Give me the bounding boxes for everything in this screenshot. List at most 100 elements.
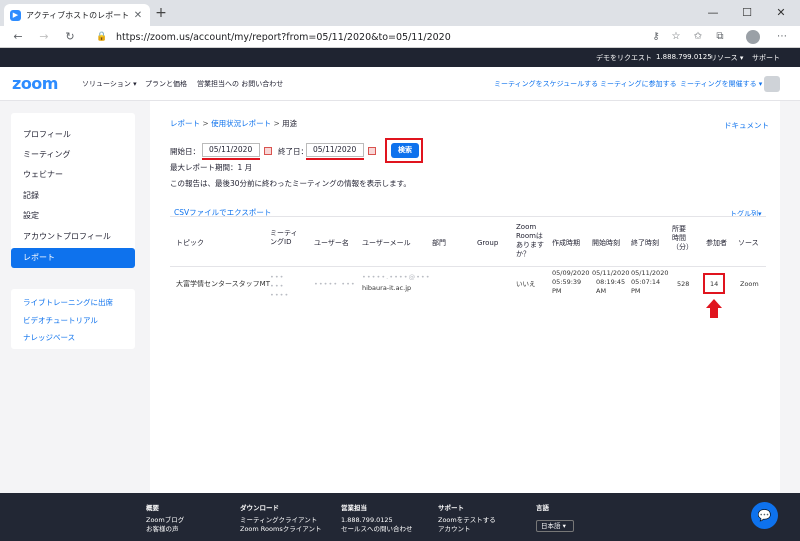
footer-support-heading: サポート xyxy=(438,504,464,512)
footer-test-zoom-link[interactable]: Zoomをテストする xyxy=(438,516,496,525)
table-header-divider xyxy=(170,266,766,267)
key-icon[interactable]: ⚷ xyxy=(648,29,664,45)
sidebar-item-profile[interactable]: プロフィール xyxy=(11,125,135,145)
sidebar-item-settings[interactable]: 設定 xyxy=(11,206,135,226)
created-time: 05:59:39 xyxy=(552,278,582,286)
phone-number: 1.888.799.0125 xyxy=(656,53,712,61)
footer-meeting-client-link[interactable]: ミーティングクライアント xyxy=(240,516,321,525)
collections-icon[interactable]: ⧉ xyxy=(712,29,728,45)
footer-about: 概要 Zoomブログ お客様の声 xyxy=(146,504,184,534)
col-user-name: ユーザー名 xyxy=(314,239,349,247)
footer-download: ダウンロード ミーティングクライアント Zoom Roomsクライアント xyxy=(240,504,321,534)
support-link[interactable]: サポート xyxy=(752,53,780,63)
window-close-icon[interactable]: ✕ xyxy=(764,0,798,26)
sidebar-item-recordings[interactable]: 記録 xyxy=(11,186,135,206)
footer-support: サポート Zoomをテストする アカウント xyxy=(438,504,496,534)
participants-link[interactable]: 14 xyxy=(710,280,718,289)
cell-user-name: ••••• ••• xyxy=(314,280,356,288)
col-department: 部門 xyxy=(432,239,446,247)
maximize-icon[interactable]: ☐ xyxy=(730,0,764,26)
plans-link[interactable]: プランと価格 xyxy=(145,79,187,89)
report-main: レポート > 使用状況レポート > 用途 ドキュメント 開始日： 05/11/2… xyxy=(150,101,780,493)
footer-account-link[interactable]: アカウント xyxy=(438,525,496,534)
chat-icon[interactable]: 💬 xyxy=(751,502,778,529)
toggle-columns-menu[interactable]: トグル列▾ xyxy=(730,209,762,219)
cell-email-domain: hibaura-it.ac.jp xyxy=(362,284,412,292)
favorite-star-icon[interactable]: ☆ xyxy=(668,29,684,45)
host-meeting-menu[interactable]: ミーティングを開催する ▾ xyxy=(680,79,762,89)
zoom-logo[interactable]: zoom xyxy=(12,74,58,93)
schedule-meeting-link[interactable]: ミーティングをスケジュールする xyxy=(494,79,598,89)
footer: 概要 Zoomブログ お客様の声 ダウンロード ミーティングクライアント Zoo… xyxy=(0,493,800,541)
sidebar-item-account-profile[interactable]: アカウントプロフィール xyxy=(11,227,135,247)
created-date: 05/09/2020 xyxy=(552,269,590,277)
created-ampm: PM xyxy=(552,287,562,295)
end-ampm: PM xyxy=(631,287,641,295)
breadcrumb-separator: > xyxy=(273,119,280,128)
footer-testimonials-link[interactable]: お客様の声 xyxy=(146,525,184,534)
sidebar-item-reports[interactable]: レポート xyxy=(11,248,135,268)
cell-meeting-id: ••• ••• •••• xyxy=(270,273,290,299)
user-avatar[interactable] xyxy=(764,76,780,92)
back-icon[interactable]: ← xyxy=(10,29,26,45)
start-date: 05/11/2020 xyxy=(592,269,630,277)
col-zoom-room: Zoom Roomはありますか？ xyxy=(516,223,544,258)
col-start-time: 開始時刻 xyxy=(592,239,620,247)
footer-language-heading: 言語 xyxy=(536,504,549,512)
footer-contact-sales-link[interactable]: セールスへの問い合わせ xyxy=(341,525,413,534)
footer-rooms-client-link[interactable]: Zoom Roomsクライアント xyxy=(240,525,321,534)
language-select[interactable]: 日本語 ▾ xyxy=(536,520,574,532)
end-time: 05:07:14 xyxy=(631,278,661,286)
documentation-link[interactable]: ドキュメント xyxy=(724,120,769,131)
url-field[interactable]: 🔒 https://zoom.us/account/my/report?from… xyxy=(96,28,616,46)
browser-tab-bar: ▶ アクティブホストのレポート - Zoom ✕ + — ☐ ✕ xyxy=(0,0,800,26)
search-button[interactable]: 検索 xyxy=(391,143,419,158)
cell-start-time: 05/11/2020 08:19:45 AM xyxy=(592,269,629,296)
sidebar-item-meetings[interactable]: ミーティング xyxy=(11,145,135,165)
cell-source: Zoom xyxy=(740,280,759,288)
sidebar-item-webinars[interactable]: ウェビナー xyxy=(11,165,135,185)
highlight-arrow-stem xyxy=(710,308,718,318)
solutions-menu[interactable]: ソリューション ▾ xyxy=(82,79,137,89)
cell-topic: 大富学情センタースタッフMT xyxy=(176,280,270,288)
breadcrumb-separator: > xyxy=(202,119,209,128)
join-meeting-link[interactable]: ミーティングに参加する xyxy=(600,79,677,89)
forward-icon[interactable]: → xyxy=(36,29,52,45)
start-date-highlight xyxy=(202,158,260,160)
cell-zoom-room: いいえ xyxy=(516,280,536,288)
zoom-favicon-icon: ▶ xyxy=(10,9,21,21)
address-bar: ← → ↻ 🔒 https://zoom.us/account/my/repor… xyxy=(0,26,800,48)
start-date-input[interactable]: 05/11/2020 xyxy=(202,143,260,157)
breadcrumb-current: 用途 xyxy=(282,119,298,128)
new-tab-icon[interactable]: + xyxy=(153,4,169,22)
favorites-bar-icon[interactable]: ✩ xyxy=(690,29,706,45)
reload-icon[interactable]: ↻ xyxy=(62,29,78,45)
footer-blog-link[interactable]: Zoomブログ xyxy=(146,516,184,525)
cell-duration: 528 xyxy=(677,280,690,288)
breadcrumb-usage-reports[interactable]: 使用状況レポート xyxy=(211,119,271,128)
video-tutorials-link[interactable]: ビデオチュートリアル xyxy=(23,315,98,326)
zoom-nav: zoom ソリューション ▾ プランと価格 営業担当への お問い合わせ ミーティ… xyxy=(0,67,800,101)
breadcrumb-reports[interactable]: レポート xyxy=(170,119,200,128)
browser-profile-avatar[interactable] xyxy=(746,30,760,44)
footer-sales-heading: 営業担当 xyxy=(341,504,367,512)
resources-menu[interactable]: リソース ▾ xyxy=(710,53,743,63)
live-training-link[interactable]: ライブトレーニングに出席 xyxy=(23,297,113,308)
col-user-email: ユーザーメール xyxy=(362,239,411,247)
col-topic: トピック xyxy=(176,239,204,247)
end-date-label: 終了日： xyxy=(278,147,308,156)
col-end-time: 終了時刻 xyxy=(631,239,659,247)
start-date-label: 開始日： xyxy=(170,147,200,156)
minimize-icon[interactable]: — xyxy=(696,0,730,26)
more-icon[interactable]: ⋯ xyxy=(774,29,790,45)
end-date-input[interactable]: 05/11/2020 xyxy=(306,143,364,157)
calendar-icon[interactable] xyxy=(368,147,376,155)
contact-sales-link[interactable]: 営業担当への お問い合わせ xyxy=(197,79,283,89)
sidebar: プロフィール ミーティング ウェビナー 記録 設定 アカウントプロフィール レポ… xyxy=(0,101,150,493)
max-report-period: 最大レポート期間：1 月 xyxy=(170,163,253,172)
calendar-icon[interactable] xyxy=(264,147,272,155)
browser-tab[interactable]: ▶ アクティブホストのレポート - Zoom ✕ xyxy=(4,4,150,26)
request-demo-link[interactable]: デモをリクエスト xyxy=(596,53,652,63)
close-icon[interactable]: ✕ xyxy=(132,10,144,21)
knowledge-base-link[interactable]: ナレッジベース xyxy=(23,332,75,343)
